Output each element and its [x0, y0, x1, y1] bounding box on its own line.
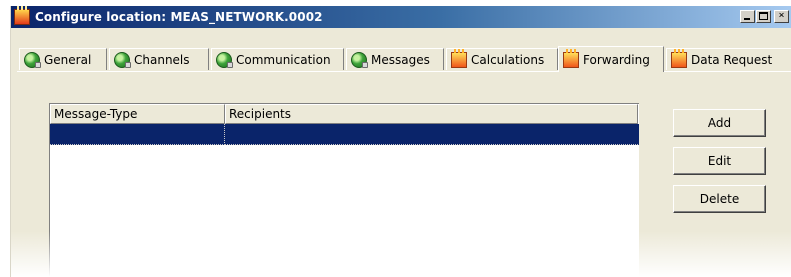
- tab-data-request[interactable]: Data Request: [666, 48, 791, 70]
- forwarding-table[interactable]: Message-Type Recipients: [49, 103, 639, 277]
- close-icon: ×: [778, 10, 785, 21]
- column-header-message-type[interactable]: Message-Type: [50, 104, 225, 124]
- globe-icon: [216, 51, 233, 68]
- cell-message-type: [50, 124, 225, 145]
- tab-label: Data Request: [691, 52, 773, 67]
- close-button[interactable]: ×: [774, 10, 789, 23]
- column-header-recipients[interactable]: Recipients: [225, 104, 638, 124]
- tab-strip: General Channels Communication Messages …: [17, 46, 791, 72]
- edit-button[interactable]: Edit: [673, 147, 766, 175]
- tab-label: Calculations: [471, 52, 545, 67]
- globe-icon: [114, 51, 131, 68]
- tab-channels[interactable]: Channels: [109, 48, 209, 70]
- tab-label: Messages: [371, 52, 430, 67]
- tab-calculations[interactable]: Calculations: [446, 48, 558, 70]
- tab-general[interactable]: General: [19, 48, 107, 70]
- globe-icon: [24, 51, 41, 68]
- minimize-button[interactable]: [740, 10, 755, 23]
- app-icon: [14, 6, 30, 25]
- maximize-icon: [759, 12, 768, 20]
- maximize-button[interactable]: [756, 10, 771, 23]
- delete-button[interactable]: Delete: [673, 185, 766, 213]
- tab-messages[interactable]: Messages: [346, 48, 444, 70]
- table-row[interactable]: [50, 124, 639, 145]
- tab-communication[interactable]: Communication: [211, 48, 344, 70]
- cell-recipients: [225, 124, 638, 145]
- tab-forwarding[interactable]: Forwarding: [558, 46, 664, 72]
- tab-label: Channels: [134, 52, 190, 67]
- calculations-icon: [451, 48, 467, 68]
- tab-label: Communication: [236, 52, 331, 67]
- minimize-icon: [744, 18, 750, 20]
- forwarding-icon: [563, 48, 579, 68]
- data-request-icon: [671, 48, 687, 68]
- configure-location-window: Configure location: MEAS_NETWORK.0002 × …: [10, 6, 791, 277]
- add-button[interactable]: Add: [673, 109, 766, 137]
- tab-label: General: [44, 52, 92, 67]
- title-bar[interactable]: Configure location: MEAS_NETWORK.0002 ×: [11, 6, 791, 28]
- tab-label: Forwarding: [583, 52, 650, 67]
- window-title: Configure location: MEAS_NETWORK.0002: [35, 10, 323, 24]
- tab-panel-border: [17, 71, 791, 72]
- globe-icon: [351, 51, 368, 68]
- table-header: Message-Type Recipients: [50, 104, 639, 124]
